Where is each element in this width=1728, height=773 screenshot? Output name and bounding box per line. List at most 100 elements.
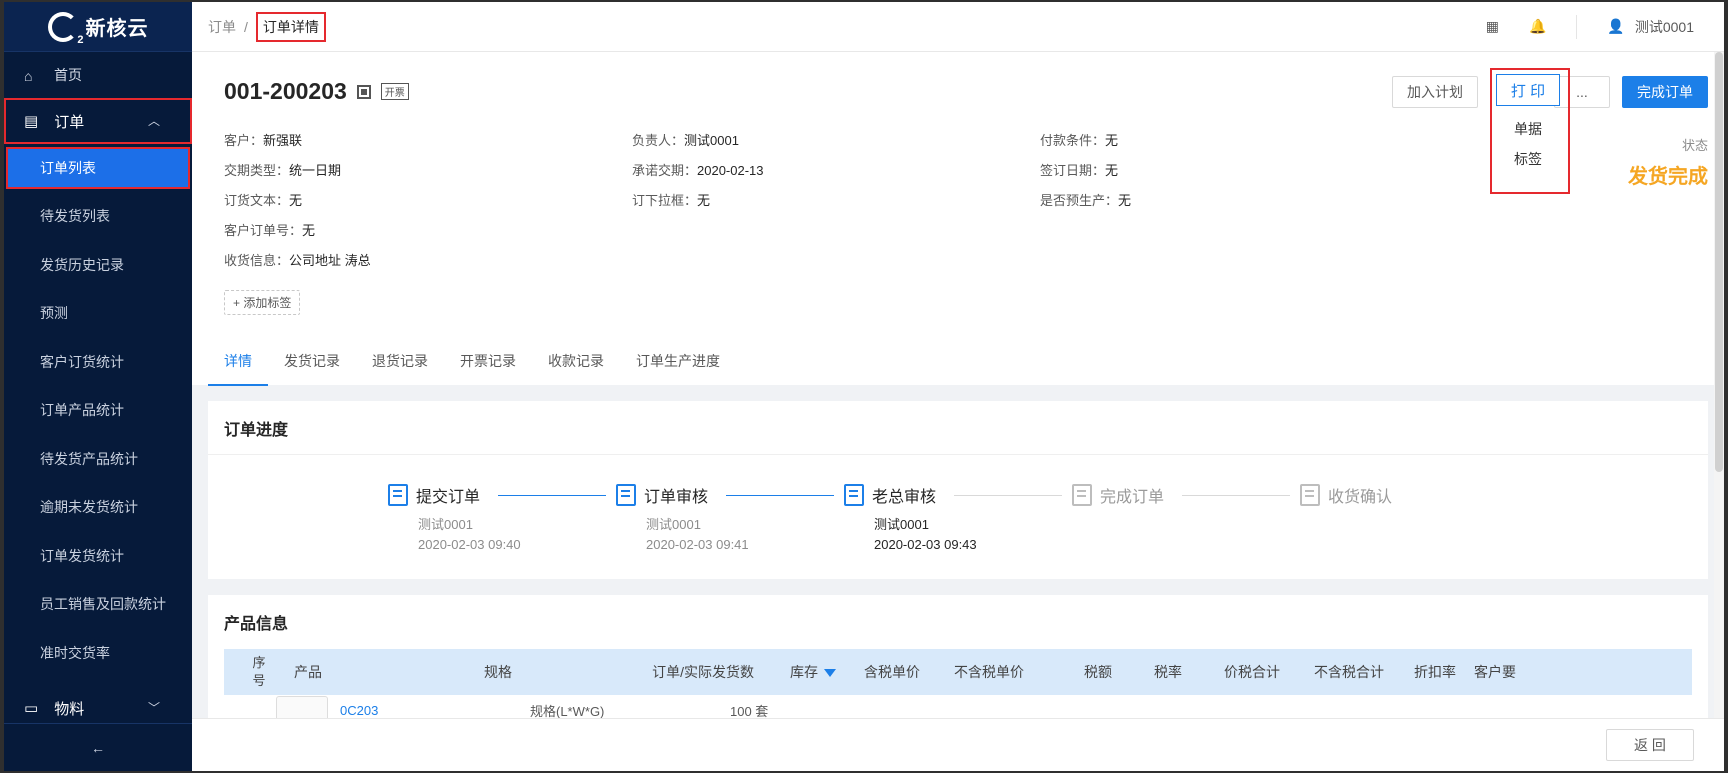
progress-steps: 提交订单 测试0001 2020-02-03 09:40 订单审核 测试0001 2020… — [208, 455, 1708, 579]
order-info-item: 承诺交期：2020-02-13 — [632, 160, 1040, 178]
table-row[interactable]: 0C203 规格(L*W*G) 100 套 — [224, 695, 1692, 718]
order-header-card: 001-200203 开票 加入计划 打 印 单据 标签 ... 完成订单 状态… — [192, 52, 1724, 386]
header-actions: ▦ 🔔 👤 测试0001 — [1486, 14, 1724, 39]
order-info-item: 签订日期：无 — [1040, 160, 1448, 178]
column-header: 序 号 — [224, 654, 294, 690]
tab[interactable]: 订单生产进度 — [620, 337, 736, 385]
collapse-sidebar-button[interactable]: ← — [4, 723, 192, 771]
logo-icon — [47, 11, 84, 46]
add-tag-button[interactable]: + 添加标签 — [224, 290, 301, 315]
step-meta: 测试0001 2020-02-03 09:43 — [844, 515, 1072, 555]
info-key: 签订日期： — [1040, 163, 1106, 178]
order-status: 状态 发货完成 — [1628, 135, 1708, 189]
print-button[interactable]: 打 印 — [1496, 74, 1560, 106]
order-info-item: 订货文本：无 — [224, 190, 632, 208]
complete-order-button[interactable]: 完成订单 — [1622, 76, 1708, 108]
product-table: 序 号 产品 规格 订单/实际发货数 库存 含税单价 不含税单价 税额 税率 价税合计 不含税合计 折… — [224, 649, 1692, 718]
column-header-label: 序 号 — [252, 655, 266, 688]
main-content: 001-200203 开票 加入计划 打 印 单据 标签 ... 完成订单 状态… — [192, 52, 1724, 718]
breadcrumb-current: 订单详情 — [255, 11, 326, 42]
status-label: 状态 — [1681, 138, 1708, 153]
step-name: 完成订单 — [1100, 489, 1165, 506]
invoice-tag: 开票 — [380, 83, 409, 100]
status-value: 发货完成 — [1628, 166, 1708, 188]
sidebar-subitem[interactable]: 准时交货率 — [4, 629, 192, 678]
info-key: 付款条件： — [1040, 133, 1106, 148]
qrcode-icon[interactable]: ▦ — [1486, 18, 1499, 35]
step-name: 老总审核 — [872, 489, 937, 506]
sidebar-item-home[interactable]: ⌂ 首页 — [4, 52, 192, 98]
column-header-label: 不含税单价 — [954, 664, 1024, 680]
card-title: 订单进度 — [208, 401, 1708, 455]
tab[interactable]: 退货记录 — [356, 337, 444, 385]
sidebar-subitem[interactable]: 客户订货统计 — [4, 338, 192, 387]
sidebar-subitem[interactable]: 订单发货统计 — [4, 532, 192, 581]
info-key: 客户： — [224, 133, 264, 148]
column-header-label: 税额 — [1084, 664, 1112, 680]
step-meta: 测试0001 2020-02-03 09:41 — [616, 515, 844, 555]
order-info-item: 客户：新强联 — [224, 130, 632, 148]
info-value: 测试0001 — [684, 133, 739, 148]
box-icon: ▭ — [24, 700, 39, 717]
print-dropdown: 打 印 单据 标签 — [1490, 68, 1570, 194]
sidebar-group-order[interactable]: ▤ 订单 ︿ — [4, 98, 192, 144]
sidebar-group-label: 物料 — [54, 700, 85, 718]
column-header: 不含税合计 — [1314, 662, 1414, 682]
column-header-label: 客户要 — [1474, 664, 1516, 680]
column-header: 订单/实际发货数 — [624, 662, 754, 682]
order-info-item: 交期类型：统一日期 — [224, 160, 632, 178]
order-number-row: 001-200203 开票 — [224, 78, 409, 105]
sidebar-subitem[interactable]: 待发货产品统计 — [4, 435, 192, 484]
qrcode-icon[interactable] — [356, 84, 371, 99]
tab[interactable]: 详情 — [208, 337, 268, 386]
step-connector — [726, 494, 834, 496]
footer-bar: 返 回 — [192, 718, 1724, 771]
step-user: 测试0001 — [874, 517, 929, 532]
product-qty: 100 套 — [730, 703, 769, 719]
print-menu-item-document[interactable]: 单据 — [1496, 114, 1564, 144]
tab[interactable]: 发货记录 — [268, 337, 356, 385]
bell-icon[interactable]: 🔔 — [1529, 18, 1546, 35]
add-to-plan-button[interactable]: 加入计划 — [1392, 76, 1478, 108]
column-header: 价税合计 — [1224, 662, 1314, 682]
tab[interactable]: 收款记录 — [532, 337, 620, 385]
column-header: 不含税单价 — [954, 662, 1084, 682]
order-info-item: 付款条件：无 — [1040, 130, 1448, 148]
column-header: 库存 — [754, 662, 864, 682]
detail-tabs: 详情 发货记录 退货记录 开票记录 收款记录 订单生产进度 — [208, 337, 736, 386]
info-key: 是否预生产： — [1040, 193, 1119, 208]
sidebar-subitem[interactable]: 逾期未发货统计 — [4, 483, 192, 532]
chevron-down-icon: ﹀ — [147, 701, 160, 715]
info-key: 承诺交期： — [632, 163, 698, 178]
back-button[interactable]: 返 回 — [1606, 729, 1694, 761]
step-row: 老总审核 — [844, 483, 1072, 507]
column-header: 含税单价 — [864, 662, 954, 682]
logo: 新核云 — [4, 2, 192, 52]
filter-icon[interactable] — [824, 669, 836, 678]
order-info-grid: 客户：新强联 负责人：测试0001 付款条件：无 交期类型：统一日期 承诺交期：2020… — [224, 130, 1448, 268]
info-value: 无 — [289, 193, 303, 208]
column-header: 税率 — [1154, 662, 1224, 682]
column-header: 折扣率 — [1414, 662, 1474, 682]
scrollbar[interactable] — [1714, 52, 1724, 718]
product-link[interactable]: 0C203 — [340, 703, 530, 718]
scrollbar-thumb[interactable] — [1715, 52, 1723, 472]
sidebar-subitem[interactable]: 发货历史记录 — [4, 241, 192, 290]
sidebar-subitem[interactable]: 员工销售及回款统计 — [4, 580, 192, 629]
step-time: 2020-02-03 09:43 — [874, 537, 977, 552]
home-icon: ⌂ — [24, 68, 33, 84]
user-menu[interactable]: 👤 测试0001 — [1607, 17, 1694, 37]
sidebar-subitem[interactable]: 预测 — [4, 289, 192, 338]
print-menu-item-label[interactable]: 标签 — [1496, 144, 1564, 174]
document-icon: ▤ — [24, 113, 39, 130]
step-document-icon — [388, 484, 408, 506]
order-info-item — [1040, 220, 1448, 238]
step-user: 测试0001 — [646, 517, 701, 532]
step-connector — [954, 494, 1062, 496]
sidebar-subitem[interactable]: 订单列表 — [6, 147, 190, 189]
sidebar-subitem[interactable]: 待发货列表 — [4, 192, 192, 241]
product-info-card: 产品信息 序 号 产品 规格 订单/实际发货数 库存 含税单价 不含税单价 税额 税率 价税合计 不… — [208, 595, 1708, 718]
breadcrumb-parent[interactable]: 订单 — [208, 17, 236, 37]
tab[interactable]: 开票记录 — [444, 337, 532, 385]
sidebar-subitem[interactable]: 订单产品统计 — [4, 386, 192, 435]
